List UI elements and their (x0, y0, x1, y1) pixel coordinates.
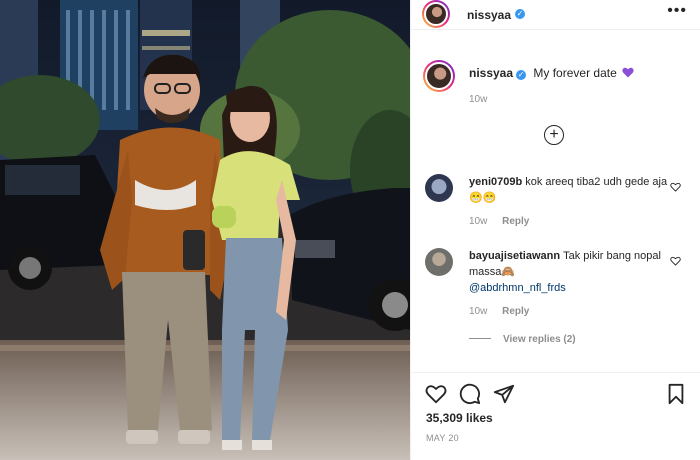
author-username[interactable]: nissyaa (467, 8, 511, 22)
verified-badge-icon: ✓ (515, 9, 525, 19)
purple-heart-emoji-icon (622, 67, 634, 78)
comment-meta: 10w Reply (469, 306, 541, 317)
caption-username[interactable]: nissyaa (469, 66, 513, 80)
comment-mention-link[interactable]: @abdrhmn_nfl_frds (469, 282, 566, 294)
heart-icon[interactable] (425, 383, 447, 405)
view-replies-toggle[interactable]: View replies (2) (469, 334, 576, 345)
post-date: MAY 20 (426, 433, 459, 443)
comment-icon[interactable] (459, 383, 481, 405)
comment-username[interactable]: yeni0709b (469, 176, 522, 188)
view-replies-label: View replies (2) (503, 334, 576, 345)
comment-timestamp[interactable]: 10w (469, 216, 487, 227)
caption-text: My forever date (533, 66, 617, 80)
post-photo[interactable] (0, 0, 410, 460)
author-avatar[interactable] (422, 0, 450, 28)
verified-badge-icon: ✓ (516, 70, 527, 80)
comment-like-heart-icon[interactable] (670, 182, 681, 192)
post-details-panel: nissyaa ✓ ••• nissyaa ✓ My forever date 1… (410, 0, 700, 460)
comment-body: yeni0709b kok areeq tiba2 udh gede aja😁😁 (469, 174, 669, 206)
view-replies-divider (469, 338, 491, 339)
caption-text-line: nissyaa ✓ My forever date (469, 66, 634, 80)
reply-button[interactable]: Reply (502, 216, 529, 227)
commenter-avatar[interactable] (425, 174, 453, 202)
reply-button[interactable]: Reply (502, 306, 529, 317)
comment-timestamp[interactable]: 10w (469, 306, 487, 317)
post-header: nissyaa ✓ ••• (411, 0, 700, 30)
comment-meta: 10w Reply (469, 216, 541, 227)
photo-illustration (0, 0, 410, 460)
commenter-avatar[interactable] (425, 248, 453, 276)
caption-timestamp[interactable]: 10w (469, 94, 487, 105)
comment-like-heart-icon[interactable] (670, 256, 681, 266)
more-options-button[interactable]: ••• (667, 3, 687, 19)
paper-plane-icon[interactable] (493, 383, 515, 405)
post-actions-bar (411, 372, 700, 405)
likes-count[interactable]: 35,309 likes (426, 411, 493, 425)
load-more-comments-button[interactable]: + (544, 125, 564, 145)
caption-author-avatar[interactable] (423, 60, 455, 92)
comment-body: bayuajisetiawann Tak pikir bang nopal mas… (469, 248, 669, 296)
comment-username[interactable]: bayuajisetiawann (469, 250, 560, 262)
bookmark-icon[interactable] (665, 383, 687, 405)
